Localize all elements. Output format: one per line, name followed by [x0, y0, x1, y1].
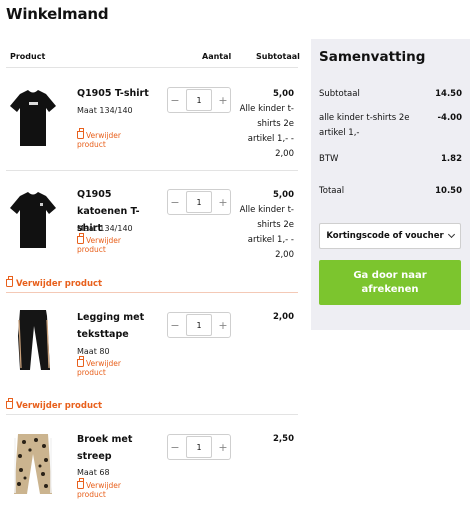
product-size: Maat 134/140: [77, 106, 133, 115]
trash-icon: [77, 356, 84, 367]
remove-product-link[interactable]: Verwijder product: [77, 478, 147, 499]
product-image-tshirt[interactable]: [6, 86, 60, 156]
summary-discount-row: alle kinder t-shirts 2e artikel 1,- -4.0…: [319, 111, 462, 141]
plus-button[interactable]: +: [216, 442, 230, 453]
checkout-button[interactable]: Ga door naar afrekenen: [319, 260, 461, 305]
item-subtotal: 5,00 Alle kinder t-shirts 2e artikel 1,-…: [236, 87, 294, 162]
product-name[interactable]: Broek met streep: [77, 431, 155, 465]
remove-product-link[interactable]: Verwijder product: [6, 276, 102, 289]
item-price: 2,50: [273, 434, 294, 444]
summary-vat-row: BTW 1.82: [319, 154, 462, 164]
item-discount-text: Alle kinder t-shirts 2e artikel 1,- -: [239, 104, 294, 144]
black-tshirt-image: [10, 192, 56, 248]
product-size: Maat 134/140: [77, 224, 133, 233]
column-header-quantity: Aantal: [202, 52, 232, 61]
item-discount-value: 2,00: [275, 250, 294, 260]
coupon-dropdown[interactable]: Kortingscode of voucher: [319, 223, 461, 249]
item-price: 5,00: [273, 190, 294, 200]
trash-icon: [77, 128, 84, 139]
product-image-pants[interactable]: [6, 430, 60, 500]
summary-title: Samenvatting: [319, 49, 426, 65]
plus-button[interactable]: +: [216, 197, 230, 208]
plus-button[interactable]: +: [216, 95, 230, 106]
summary-total-value: 10.50: [435, 186, 462, 196]
remove-product-link[interactable]: Verwijder product: [77, 128, 147, 149]
minus-button[interactable]: −: [168, 197, 182, 208]
item-subtotal: 2,00: [236, 310, 294, 325]
quantity-stepper[interactable]: − 1 +: [167, 434, 231, 460]
item-price: 5,00: [273, 89, 294, 99]
remove-product-link[interactable]: Verwijder product: [6, 398, 102, 411]
chevron-down-icon: [447, 230, 455, 239]
product-name[interactable]: Legging met teksttape: [77, 309, 155, 343]
item-discount-value: 2,00: [275, 149, 294, 159]
black-legging-image: [18, 310, 50, 370]
minus-button[interactable]: −: [168, 320, 182, 331]
item-subtotal: 5,00 Alle kinder t-shirts 2e artikel 1,-…: [236, 188, 294, 263]
quantity-input[interactable]: 1: [186, 191, 212, 213]
quantity-stepper[interactable]: − 1 +: [167, 87, 231, 113]
summary-vat-label: BTW: [319, 154, 339, 164]
summary-vat-value: 1.82: [441, 154, 462, 164]
product-image-tshirt[interactable]: [6, 188, 60, 258]
summary-subtotal-label: Subtotaal: [319, 89, 360, 99]
row-divider: [6, 414, 298, 415]
remove-product-link[interactable]: Verwijder product: [77, 356, 147, 377]
minus-button[interactable]: −: [168, 95, 182, 106]
product-size: Maat 80: [77, 347, 110, 356]
black-tshirt-image: [10, 90, 56, 146]
quantity-input[interactable]: 1: [186, 89, 212, 111]
row-divider: [6, 170, 298, 171]
summary-total-label: Totaal: [319, 186, 345, 196]
product-image-legging[interactable]: [6, 306, 60, 376]
summary-discount-value: -4.00: [437, 113, 463, 123]
item-subtotal: 2,50: [236, 432, 294, 447]
quantity-input[interactable]: 1: [186, 314, 212, 336]
leopard-pants-image: [14, 434, 52, 494]
minus-button[interactable]: −: [168, 442, 182, 453]
trash-icon: [77, 233, 84, 244]
item-discount-text: Alle kinder t-shirts 2e artikel 1,- -: [239, 205, 294, 245]
product-name[interactable]: Q1905 T-shirt: [77, 85, 155, 102]
plus-button[interactable]: +: [216, 320, 230, 331]
quantity-input[interactable]: 1: [186, 436, 212, 458]
quantity-stepper[interactable]: − 1 +: [167, 189, 231, 215]
column-header-subtotal: Subtotaal: [256, 52, 300, 61]
quantity-stepper[interactable]: − 1 +: [167, 312, 231, 338]
column-header-product: Product: [10, 52, 46, 61]
product-size: Maat 68: [77, 468, 110, 477]
item-price: 2,00: [273, 312, 294, 322]
summary-subtotal-value: 14.50: [435, 89, 462, 99]
trash-icon: [6, 276, 13, 287]
trash-icon: [6, 398, 13, 409]
coupon-label: Kortingscode of voucher: [326, 231, 444, 241]
row-divider: [6, 292, 298, 293]
page-title: Winkelmand: [6, 5, 109, 23]
summary-subtotal-row: Subtotaal 14.50: [319, 89, 462, 99]
summary-total-row: Totaal 10.50: [319, 186, 462, 196]
order-summary-panel: Samenvatting Subtotaal 14.50 alle kinder…: [311, 39, 470, 330]
header-divider: [6, 67, 298, 68]
summary-discount-label: alle kinder t-shirts 2e artikel 1,-: [319, 113, 410, 138]
trash-icon: [77, 478, 84, 489]
remove-product-link[interactable]: Verwijder product: [77, 233, 147, 254]
